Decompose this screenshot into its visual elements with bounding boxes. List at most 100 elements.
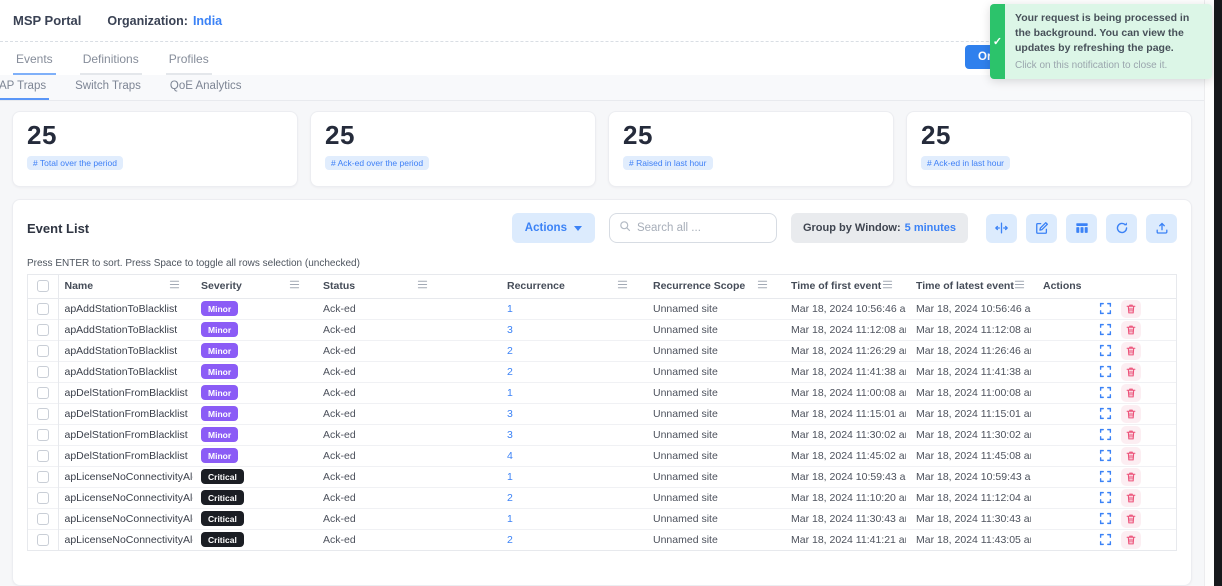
- column-header-status[interactable]: Status: [313, 275, 441, 298]
- delete-icon[interactable]: [1121, 468, 1141, 486]
- expand-icon[interactable]: [1095, 299, 1115, 317]
- column-header-recurrence[interactable]: Recurrence: [441, 275, 641, 298]
- expand-icon[interactable]: [1095, 425, 1115, 443]
- delete-icon[interactable]: [1121, 363, 1141, 381]
- expand-icon[interactable]: [1095, 404, 1115, 422]
- subtab-qoe-analytics[interactable]: QoE Analytics: [167, 80, 245, 100]
- filter-menu-icon[interactable]: [1014, 279, 1025, 293]
- recurrence-link[interactable]: 3: [507, 408, 513, 420]
- latest-event-time-cell: Mar 18, 2024 11:12:04 am: [906, 487, 1031, 508]
- first-event-time-cell: Mar 18, 2024 10:56:46 am: [781, 298, 906, 319]
- row-checkbox[interactable]: [37, 513, 49, 525]
- select-all-checkbox[interactable]: [37, 280, 49, 292]
- column-header-actions[interactable]: Actions: [1031, 275, 1176, 298]
- row-checkbox[interactable]: [37, 492, 49, 504]
- expand-icon[interactable]: [1095, 362, 1115, 380]
- row-checkbox[interactable]: [37, 324, 49, 336]
- expand-icon[interactable]: [1095, 341, 1115, 359]
- recurrence-link[interactable]: 2: [507, 534, 513, 546]
- row-checkbox[interactable]: [37, 366, 49, 378]
- column-header-time-of-latest-event[interactable]: Time of latest event: [906, 275, 1031, 298]
- column-header-time-of-first-event[interactable]: Time of first event: [781, 275, 906, 298]
- recurrence-cell: 3: [441, 403, 641, 424]
- row-checkbox[interactable]: [37, 303, 49, 315]
- delete-icon[interactable]: [1121, 447, 1141, 465]
- subtab-switch-traps[interactable]: Switch Traps: [72, 80, 144, 100]
- filter-menu-icon[interactable]: [882, 279, 893, 293]
- recurrence-link[interactable]: 1: [507, 387, 513, 399]
- recurrence-link[interactable]: 3: [507, 429, 513, 441]
- expand-icon[interactable]: [1095, 467, 1115, 485]
- delete-icon[interactable]: [1121, 531, 1141, 549]
- refresh-button[interactable]: [1106, 214, 1137, 243]
- notification-toast[interactable]: ✓ Your request is being processed in the…: [990, 4, 1212, 79]
- organization-value[interactable]: India: [193, 14, 222, 28]
- export-button[interactable]: [1146, 214, 1177, 243]
- actions-cell: [1031, 298, 1176, 319]
- row-checkbox[interactable]: [37, 408, 49, 420]
- screen-edge: [1214, 0, 1222, 586]
- delete-icon[interactable]: [1121, 300, 1141, 318]
- recurrence-link[interactable]: 3: [507, 324, 513, 336]
- recurrence-cell: 2: [441, 529, 641, 550]
- filter-menu-icon[interactable]: [417, 279, 428, 293]
- recurrence-link[interactable]: 2: [507, 345, 513, 357]
- status-cell: Ack-ed: [313, 466, 441, 487]
- recurrence-link[interactable]: 1: [507, 303, 513, 315]
- severity-cell: Minor: [193, 403, 313, 424]
- group-by-value: 5 minutes: [905, 222, 956, 234]
- column-resize-icon: [994, 221, 1009, 235]
- column-header-severity[interactable]: Severity: [193, 275, 313, 298]
- delete-icon[interactable]: [1121, 321, 1141, 339]
- expand-icon[interactable]: [1095, 509, 1115, 527]
- filter-menu-icon[interactable]: [289, 279, 300, 293]
- tab-events[interactable]: Events: [13, 46, 56, 75]
- filter-menu-icon[interactable]: [757, 279, 768, 293]
- expand-icon[interactable]: [1095, 488, 1115, 506]
- expand-icon[interactable]: [1095, 383, 1115, 401]
- row-checkbox[interactable]: [37, 429, 49, 441]
- filter-menu-icon[interactable]: [169, 279, 180, 293]
- expand-icon[interactable]: [1095, 446, 1115, 464]
- subtab-ap-traps[interactable]: AP Traps: [0, 80, 49, 100]
- delete-icon[interactable]: [1121, 426, 1141, 444]
- severity-badge: Minor: [201, 385, 238, 400]
- edit-button[interactable]: [1026, 214, 1057, 243]
- recurrence-link[interactable]: 4: [507, 450, 513, 462]
- row-checkbox[interactable]: [37, 345, 49, 357]
- delete-icon[interactable]: [1121, 384, 1141, 402]
- page-scrollbar[interactable]: [1204, 0, 1214, 586]
- group-by-window[interactable]: Group by Window: 5 minutes: [791, 213, 968, 243]
- row-checkbox[interactable]: [37, 387, 49, 399]
- actions-button[interactable]: Actions: [512, 213, 595, 243]
- column-header-recurrence-scope[interactable]: Recurrence Scope: [641, 275, 781, 298]
- status-cell: Ack-ed: [313, 445, 441, 466]
- tab-definitions[interactable]: Definitions: [80, 46, 142, 75]
- delete-icon[interactable]: [1121, 405, 1141, 423]
- recurrence-link[interactable]: 2: [507, 492, 513, 504]
- delete-icon[interactable]: [1121, 342, 1141, 360]
- severity-cell: Critical: [193, 466, 313, 487]
- tab-profiles[interactable]: Profiles: [166, 46, 212, 75]
- delete-icon[interactable]: [1121, 510, 1141, 528]
- row-checkbox[interactable]: [37, 450, 49, 462]
- row-checkbox[interactable]: [37, 534, 49, 546]
- filter-menu-icon[interactable]: [617, 279, 628, 293]
- event-name-cell: apLicenseNoConnectivityAlert: [58, 508, 193, 529]
- delete-icon[interactable]: [1121, 489, 1141, 507]
- recurrence-link[interactable]: 2: [507, 366, 513, 378]
- severity-badge: Minor: [201, 301, 238, 316]
- column-header-name[interactable]: Name: [58, 275, 193, 298]
- status-cell: Ack-ed: [313, 361, 441, 382]
- recurrence-link[interactable]: 1: [507, 471, 513, 483]
- severity-cell: Minor: [193, 361, 313, 382]
- search-input[interactable]: [637, 222, 757, 234]
- recurrence-link[interactable]: 1: [507, 513, 513, 525]
- column-resize-button[interactable]: [986, 214, 1017, 243]
- search-box[interactable]: [609, 213, 777, 243]
- columns-button[interactable]: [1066, 214, 1097, 243]
- expand-icon[interactable]: [1095, 320, 1115, 338]
- row-checkbox[interactable]: [37, 471, 49, 483]
- stat-value: 25: [325, 121, 581, 151]
- expand-icon[interactable]: [1095, 531, 1115, 549]
